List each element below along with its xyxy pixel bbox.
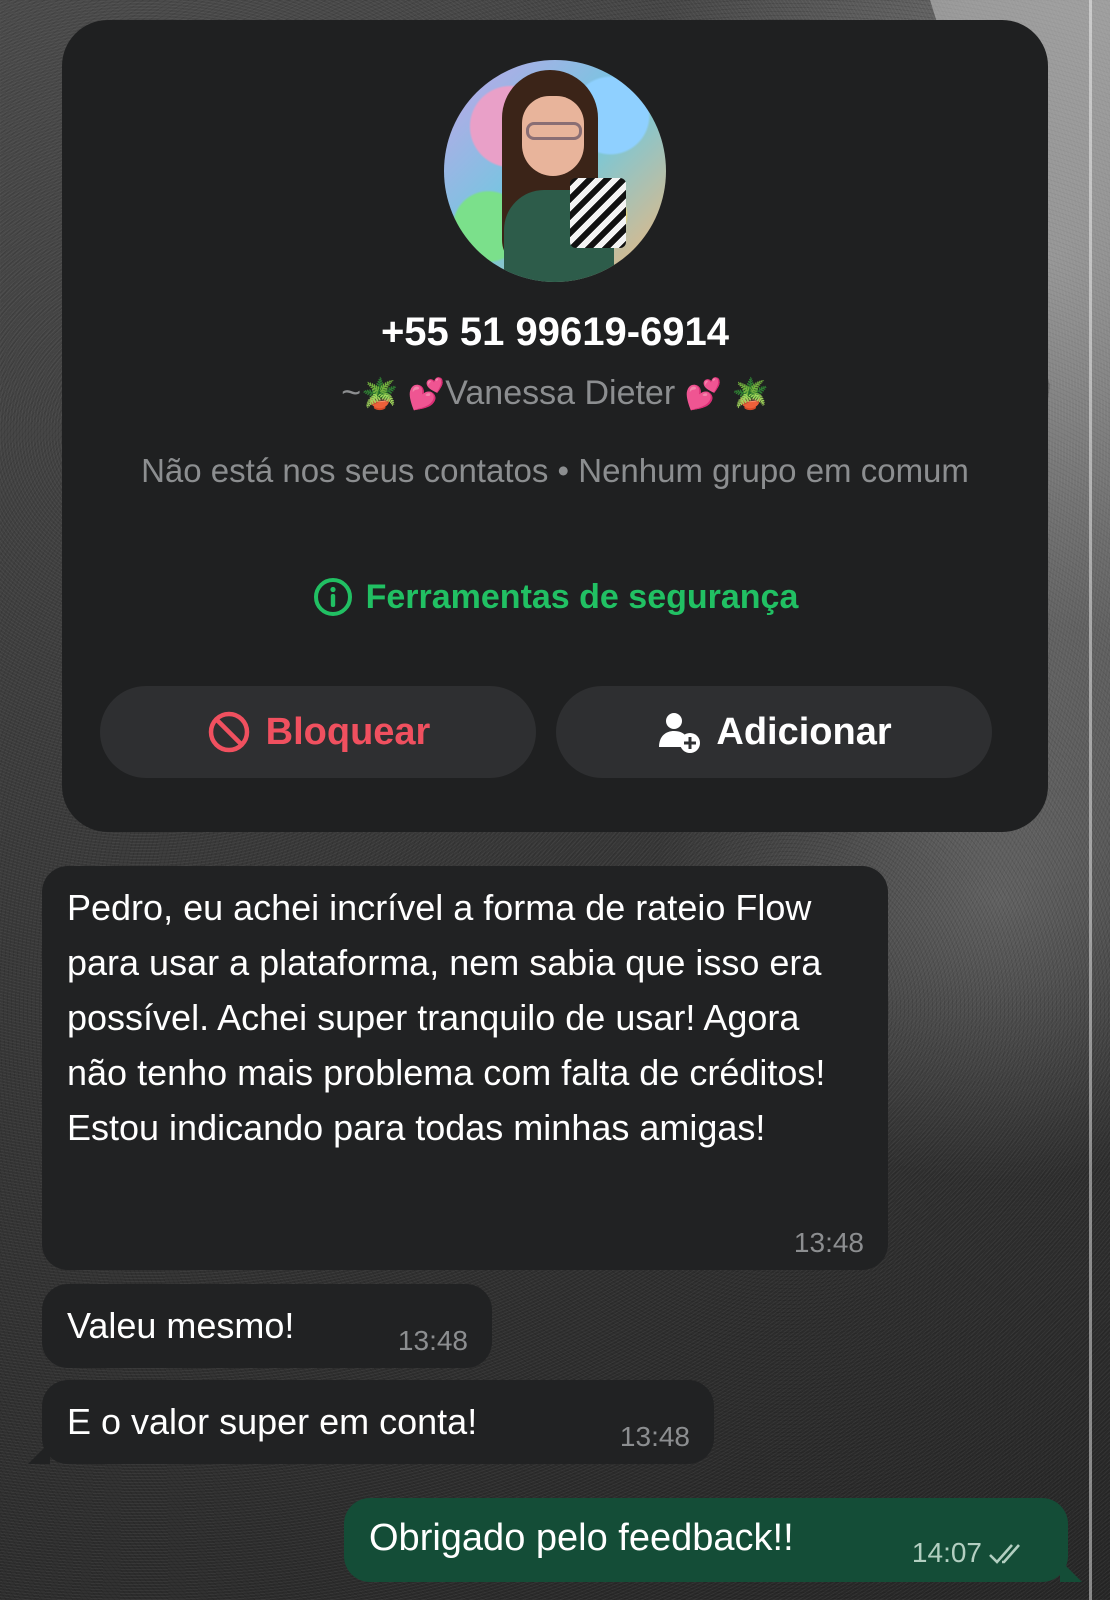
- outgoing-message[interactable]: Obrigado pelo feedback!! 14:07: [344, 1498, 1082, 1582]
- contact-display-name: ~🪴 💕Vanessa Dieter 💕 🪴: [62, 374, 1048, 413]
- two-hearts-icon: 💕: [684, 377, 722, 412]
- avatar-mug: [570, 178, 626, 248]
- contact-avatar[interactable]: [444, 60, 666, 282]
- potted-plant-icon: 🪴: [731, 377, 769, 412]
- add-contact-button[interactable]: Adicionar: [556, 686, 992, 778]
- contact-phone-number: +55 51 99619-6914: [380, 310, 730, 354]
- message-time: 14:07: [911, 1537, 982, 1568]
- double-check-icon: [989, 1544, 1020, 1564]
- message-text: Pedro, eu achei incrível a forma de rate…: [67, 887, 826, 1148]
- block-label: Bloquear: [265, 710, 431, 753]
- bubble-tail: [28, 1442, 50, 1464]
- potted-plant-icon: 🪴: [361, 377, 399, 412]
- name-prefix: ~: [341, 374, 362, 412]
- incoming-message[interactable]: Pedro, eu achei incrível a forma de rate…: [42, 866, 888, 1270]
- incoming-message[interactable]: E o valor super em conta! 13:48: [28, 1380, 714, 1464]
- safety-tools-label: Ferramentas de segurança: [365, 577, 799, 616]
- bubble-tail: [1060, 1560, 1082, 1582]
- incoming-message[interactable]: Valeu mesmo! 13:48: [42, 1284, 492, 1368]
- message-time: 13:48: [793, 1227, 864, 1258]
- contact-info-card: +55 51 99619-6914 ~🪴 💕Vanessa Dieter 💕 🪴…: [62, 20, 1048, 832]
- add-label: Adicionar: [716, 710, 892, 753]
- block-button[interactable]: Bloquear: [100, 686, 536, 778]
- two-hearts-icon: 💕: [407, 377, 446, 412]
- scrollbar[interactable]: [1089, 0, 1092, 1600]
- add-person-icon: [659, 713, 701, 753]
- message-time: 13:48: [397, 1325, 468, 1356]
- block-icon: [208, 711, 249, 753]
- message-text: E o valor super em conta!: [67, 1401, 478, 1442]
- avatar-glasses: [526, 122, 582, 140]
- contact-context-info: Não está nos seus contatos • Nenhum grup…: [141, 452, 969, 489]
- info-icon: [313, 578, 352, 616]
- contact-name: Vanessa Dieter: [445, 374, 676, 412]
- message-time: 13:48: [619, 1421, 690, 1452]
- safety-tools-link[interactable]: Ferramentas de segurança: [62, 576, 1048, 618]
